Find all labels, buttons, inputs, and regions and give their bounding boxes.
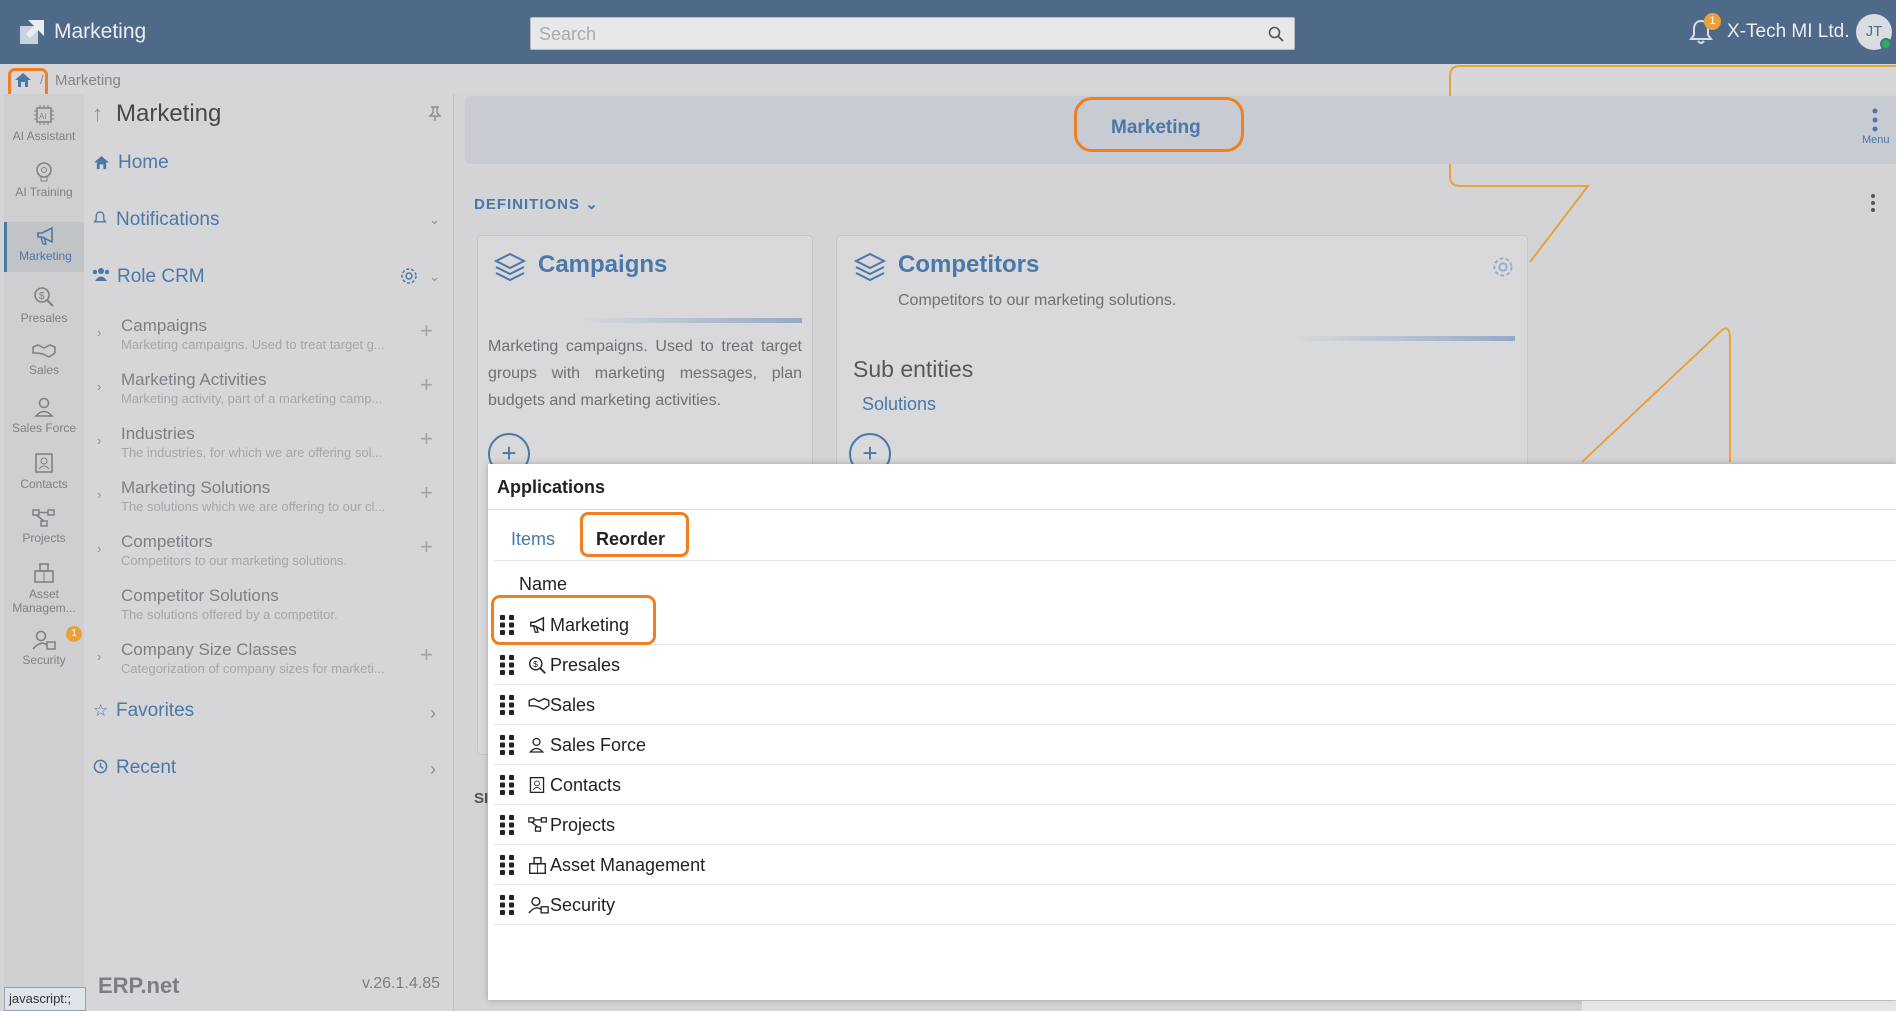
list-item[interactable]: $ Presales bbox=[494, 645, 1896, 685]
competitors-title[interactable]: Competitors bbox=[898, 251, 1039, 279]
list-item-label: Projects bbox=[550, 815, 616, 835]
list-item-label: Presales bbox=[550, 655, 621, 675]
campaigns-description: Marketing campaigns. Used to treat targe… bbox=[488, 338, 802, 409]
flow-icon bbox=[528, 817, 547, 832]
people-icon bbox=[528, 737, 545, 753]
list-item-label: Asset Management bbox=[550, 855, 706, 875]
list-item-label: Contacts bbox=[550, 775, 622, 795]
card-divider bbox=[577, 318, 802, 323]
list-item[interactable]: Asset Management bbox=[494, 845, 1896, 885]
layers-icon bbox=[853, 252, 887, 282]
more-vertical-icon[interactable] bbox=[1872, 108, 1878, 132]
list-item-label: Security bbox=[550, 895, 616, 915]
solutions-link[interactable]: Solutions bbox=[862, 394, 936, 415]
card-divider bbox=[1290, 336, 1515, 341]
svg-text:$: $ bbox=[533, 659, 538, 669]
layers-icon bbox=[493, 252, 527, 282]
section-label-cut: SI bbox=[474, 790, 489, 807]
more-vertical-icon[interactable] bbox=[1870, 194, 1876, 212]
menu-label[interactable]: Menu bbox=[1862, 134, 1890, 146]
competitors-subtitle: Competitors to our marketing solutions. bbox=[898, 292, 1177, 309]
list-item[interactable]: Projects bbox=[494, 805, 1896, 845]
definitions-section-toggle[interactable]: DEFINITIONS ⌄ bbox=[474, 195, 599, 213]
horizontal-scrollbar[interactable] bbox=[1582, 1001, 1896, 1011]
column-header-name[interactable]: Name bbox=[519, 574, 567, 595]
dialog-divider bbox=[488, 509, 1896, 510]
drag-handle-icon[interactable] bbox=[499, 734, 515, 756]
drag-handle-icon[interactable] bbox=[499, 854, 515, 876]
tabs-divider bbox=[494, 560, 1896, 561]
list-item-label: Sales Force bbox=[550, 735, 647, 755]
list-item[interactable]: Marketing bbox=[494, 605, 1896, 645]
assets-icon bbox=[529, 857, 546, 874]
page-title: Marketing bbox=[1111, 117, 1201, 138]
list-item[interactable]: Sales bbox=[494, 685, 1896, 725]
handshake-icon bbox=[528, 697, 550, 711]
drag-handle-icon[interactable] bbox=[499, 774, 515, 796]
campaigns-title[interactable]: Campaigns bbox=[538, 251, 667, 279]
drag-handle-icon[interactable] bbox=[499, 694, 515, 716]
list-item-label: Sales bbox=[550, 695, 596, 715]
magnify-dollar-icon: $ bbox=[529, 657, 546, 674]
dialog-title: Applications bbox=[497, 477, 606, 497]
chevron-down-icon: ⌄ bbox=[585, 196, 599, 213]
list-item[interactable]: Security bbox=[494, 885, 1896, 925]
contact-card-icon bbox=[529, 776, 545, 794]
list-item[interactable]: Contacts bbox=[494, 765, 1896, 805]
sub-entities-heading: Sub entities bbox=[853, 356, 974, 382]
list-item[interactable]: Sales Force bbox=[494, 725, 1896, 765]
drag-handle-icon[interactable] bbox=[499, 814, 515, 836]
row-highlight bbox=[491, 595, 656, 645]
gear-icon[interactable] bbox=[1492, 256, 1514, 278]
definitions-label: DEFINITIONS bbox=[474, 196, 581, 213]
tab-items[interactable]: Items bbox=[511, 529, 555, 550]
drag-handle-icon[interactable] bbox=[499, 894, 515, 916]
user-lock-icon bbox=[528, 896, 549, 914]
drag-handle-icon[interactable] bbox=[499, 654, 515, 676]
tab-reorder[interactable]: Reorder bbox=[596, 529, 665, 550]
